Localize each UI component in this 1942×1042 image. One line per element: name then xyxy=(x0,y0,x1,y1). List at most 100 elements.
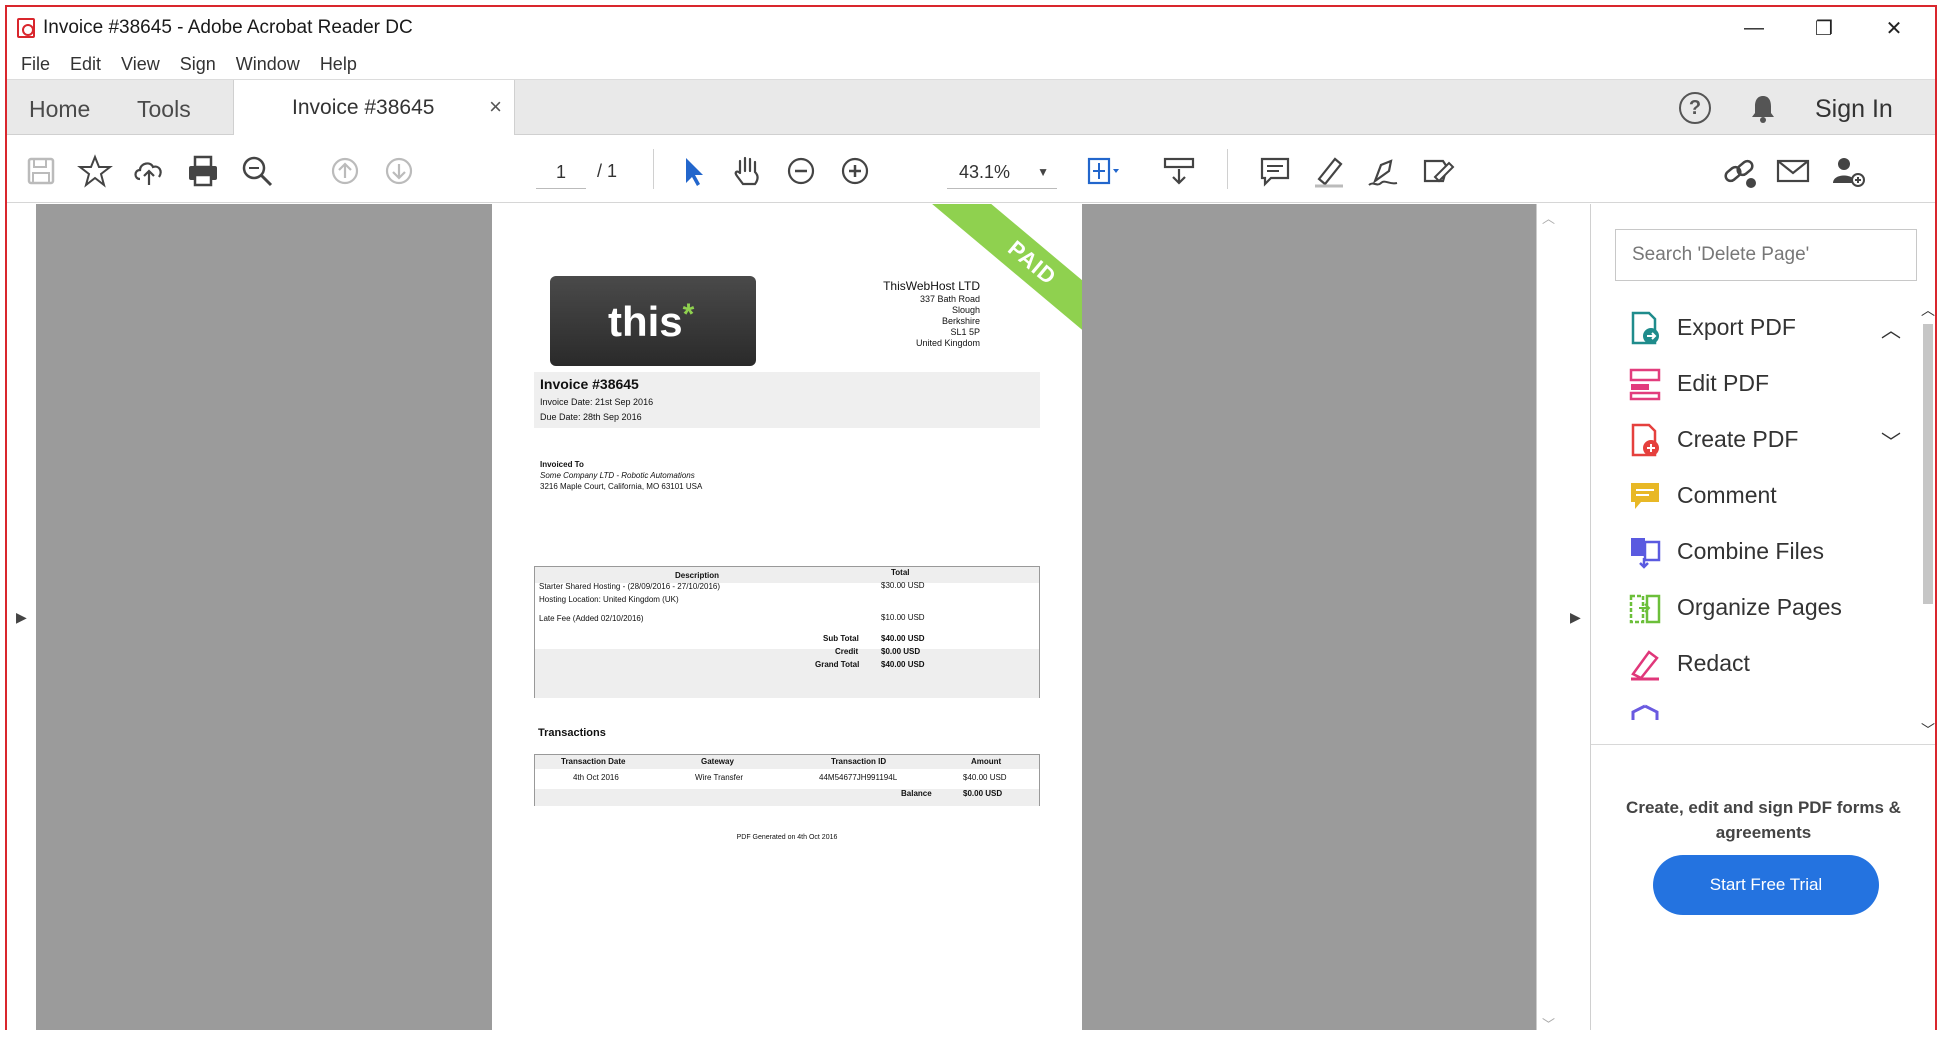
close-window-button[interactable]: ✕ xyxy=(1859,7,1929,49)
combine-files-icon xyxy=(1631,538,1661,569)
trans-header-gateway: Gateway xyxy=(701,757,734,766)
upload-cloud-icon[interactable] xyxy=(129,151,169,191)
chevron-up-icon[interactable]: ︿ xyxy=(1881,314,1901,343)
minimize-button[interactable]: — xyxy=(1719,7,1789,49)
company-logo: this* xyxy=(550,276,756,366)
email-icon[interactable] xyxy=(1773,151,1813,191)
grand-total-value: $40.00 USD xyxy=(881,660,925,669)
trans-header-date: Transaction Date xyxy=(561,757,626,766)
close-icon: ✕ xyxy=(1885,17,1903,40)
tool-label: Comment xyxy=(1677,482,1777,508)
close-tab-icon[interactable]: × xyxy=(489,94,502,120)
menu-bar: File Edit View Sign Window Help xyxy=(7,49,1935,79)
help-icon[interactable]: ? xyxy=(1679,92,1711,124)
sign-icon[interactable] xyxy=(1363,151,1403,191)
company-name: ThisWebHost LTD xyxy=(883,279,980,293)
restore-icon: ❐ xyxy=(1815,17,1833,40)
company-address-line: Berkshire xyxy=(941,316,980,326)
zoom-value: 43.1% xyxy=(959,162,1011,182)
page-up-icon[interactable] xyxy=(325,151,365,191)
tab-home[interactable]: Home xyxy=(29,96,90,123)
bookmark-star-icon[interactable] xyxy=(75,151,115,191)
tool-create-pdf[interactable]: Create PDF ﹀ xyxy=(1591,412,1911,468)
menu-help[interactable]: Help xyxy=(320,54,357,75)
expand-left-pane-icon[interactable]: ▶ xyxy=(16,609,27,626)
search-zoom-icon[interactable] xyxy=(237,151,277,191)
organize-pages-icon xyxy=(1629,594,1661,624)
logo-mark: * xyxy=(682,298,695,331)
chevron-down-icon: ▼ xyxy=(1037,165,1049,179)
subtotal-label: Sub Total xyxy=(823,634,859,643)
scroll-mode-icon[interactable] xyxy=(1159,151,1199,191)
restore-button[interactable]: ❐ xyxy=(1789,7,1859,49)
scroll-down-icon[interactable]: ﹀ xyxy=(1921,720,1935,740)
tools-scrollbar[interactable]: ︿ ﹀ xyxy=(1919,300,1935,740)
tool-redact[interactable]: Redact xyxy=(1591,636,1911,692)
start-free-trial-button[interactable]: Start Free Trial xyxy=(1653,855,1879,915)
transactions-table: Transaction Date Gateway Transaction ID … xyxy=(534,754,1040,806)
select-cursor-icon[interactable] xyxy=(673,151,713,191)
share-link-icon[interactable] xyxy=(1719,151,1759,191)
notifications-bell-icon[interactable] xyxy=(1747,92,1779,124)
create-pdf-icon xyxy=(1631,423,1659,457)
acrobat-app-icon xyxy=(17,18,35,38)
balance-label: Balance xyxy=(901,789,932,798)
print-icon[interactable] xyxy=(183,151,223,191)
page-down-icon[interactable] xyxy=(379,151,419,191)
collapse-right-pane-icon[interactable]: ▶ xyxy=(1570,609,1581,626)
trans-header-id: Transaction ID xyxy=(831,757,887,766)
export-pdf-icon xyxy=(1631,311,1659,345)
redact-icon xyxy=(1631,650,1659,681)
invoiced-to: Invoiced To Some Company LTD - Robotic A… xyxy=(540,459,702,492)
tool-comment[interactable]: Comment xyxy=(1591,468,1911,524)
company-address-line: SL1 5P xyxy=(950,327,980,337)
toolbar-divider xyxy=(653,149,654,189)
document-scrollbar[interactable]: ︿ ﹀ xyxy=(1536,204,1560,1033)
trans-date: 4th Oct 2016 xyxy=(573,773,619,782)
scroll-up-icon[interactable]: ︿ xyxy=(1542,208,1555,227)
tool-next-partial[interactable] xyxy=(1591,692,1911,735)
invoiced-to-heading: Invoiced To xyxy=(540,460,584,469)
tool-combine-files[interactable]: Combine Files xyxy=(1591,524,1911,580)
scrollbar-thumb[interactable] xyxy=(1923,324,1933,604)
tool-edit-pdf[interactable]: Edit PDF xyxy=(1591,356,1911,412)
zoom-out-icon[interactable] xyxy=(781,151,821,191)
chevron-down-icon[interactable]: ﹀ xyxy=(1881,426,1901,455)
item-description: Hosting Location: United Kingdom (UK) xyxy=(539,595,679,604)
tab-document-label: Invoice #38645 xyxy=(292,96,435,119)
window-title: Invoice #38645 - Adobe Acrobat Reader DC xyxy=(43,17,413,38)
save-icon[interactable] xyxy=(21,151,61,191)
invoice-date: Invoice Date: 21st Sep 2016 xyxy=(540,397,654,407)
zoom-level-select[interactable]: 43.1% ▼ xyxy=(947,155,1057,189)
comment-icon[interactable] xyxy=(1255,151,1295,191)
fill-sign-icon[interactable] xyxy=(1417,151,1457,191)
due-date: Due Date: 28th Sep 2016 xyxy=(540,412,642,422)
trans-header-amount: Amount xyxy=(971,757,1002,766)
menu-edit[interactable]: Edit xyxy=(70,54,101,75)
tab-tools[interactable]: Tools xyxy=(137,96,191,123)
balance-value: $0.00 USD xyxy=(963,789,1003,798)
fit-page-icon[interactable] xyxy=(1081,151,1121,191)
page-number-input[interactable]: 1 xyxy=(536,155,586,189)
tab-document[interactable]: Invoice #38645 × xyxy=(233,80,515,136)
hand-icon[interactable] xyxy=(727,151,767,191)
sign-in-link[interactable]: Sign In xyxy=(1815,95,1893,124)
menu-window[interactable]: Window xyxy=(236,54,300,75)
tool-organize-pages[interactable]: Organize Pages xyxy=(1591,580,1911,636)
tab-bar: Home Tools Invoice #38645 × ? Sign In xyxy=(7,79,1935,136)
minimize-icon: — xyxy=(1744,16,1764,39)
highlight-icon[interactable] xyxy=(1309,151,1349,191)
menu-view[interactable]: View xyxy=(121,54,160,75)
tools-search-input[interactable]: Search 'Delete Page' xyxy=(1615,229,1917,281)
menu-sign[interactable]: Sign xyxy=(180,54,216,75)
company-address-line: Slough xyxy=(951,305,980,315)
zoom-in-icon[interactable] xyxy=(835,151,875,191)
menu-file[interactable]: File xyxy=(21,54,50,75)
page-total: / 1 xyxy=(597,161,618,181)
scroll-up-icon[interactable]: ︿ xyxy=(1921,300,1935,320)
tool-export-pdf[interactable]: Export PDF ︿ xyxy=(1591,300,1911,356)
add-user-icon[interactable] xyxy=(1827,151,1867,191)
promo-panel: Create, edit and sign PDF forms & agreem… xyxy=(1591,744,1935,1033)
grand-total-label: Grand Total xyxy=(815,660,860,669)
trans-id: 44M54677JH991194L xyxy=(819,773,898,782)
